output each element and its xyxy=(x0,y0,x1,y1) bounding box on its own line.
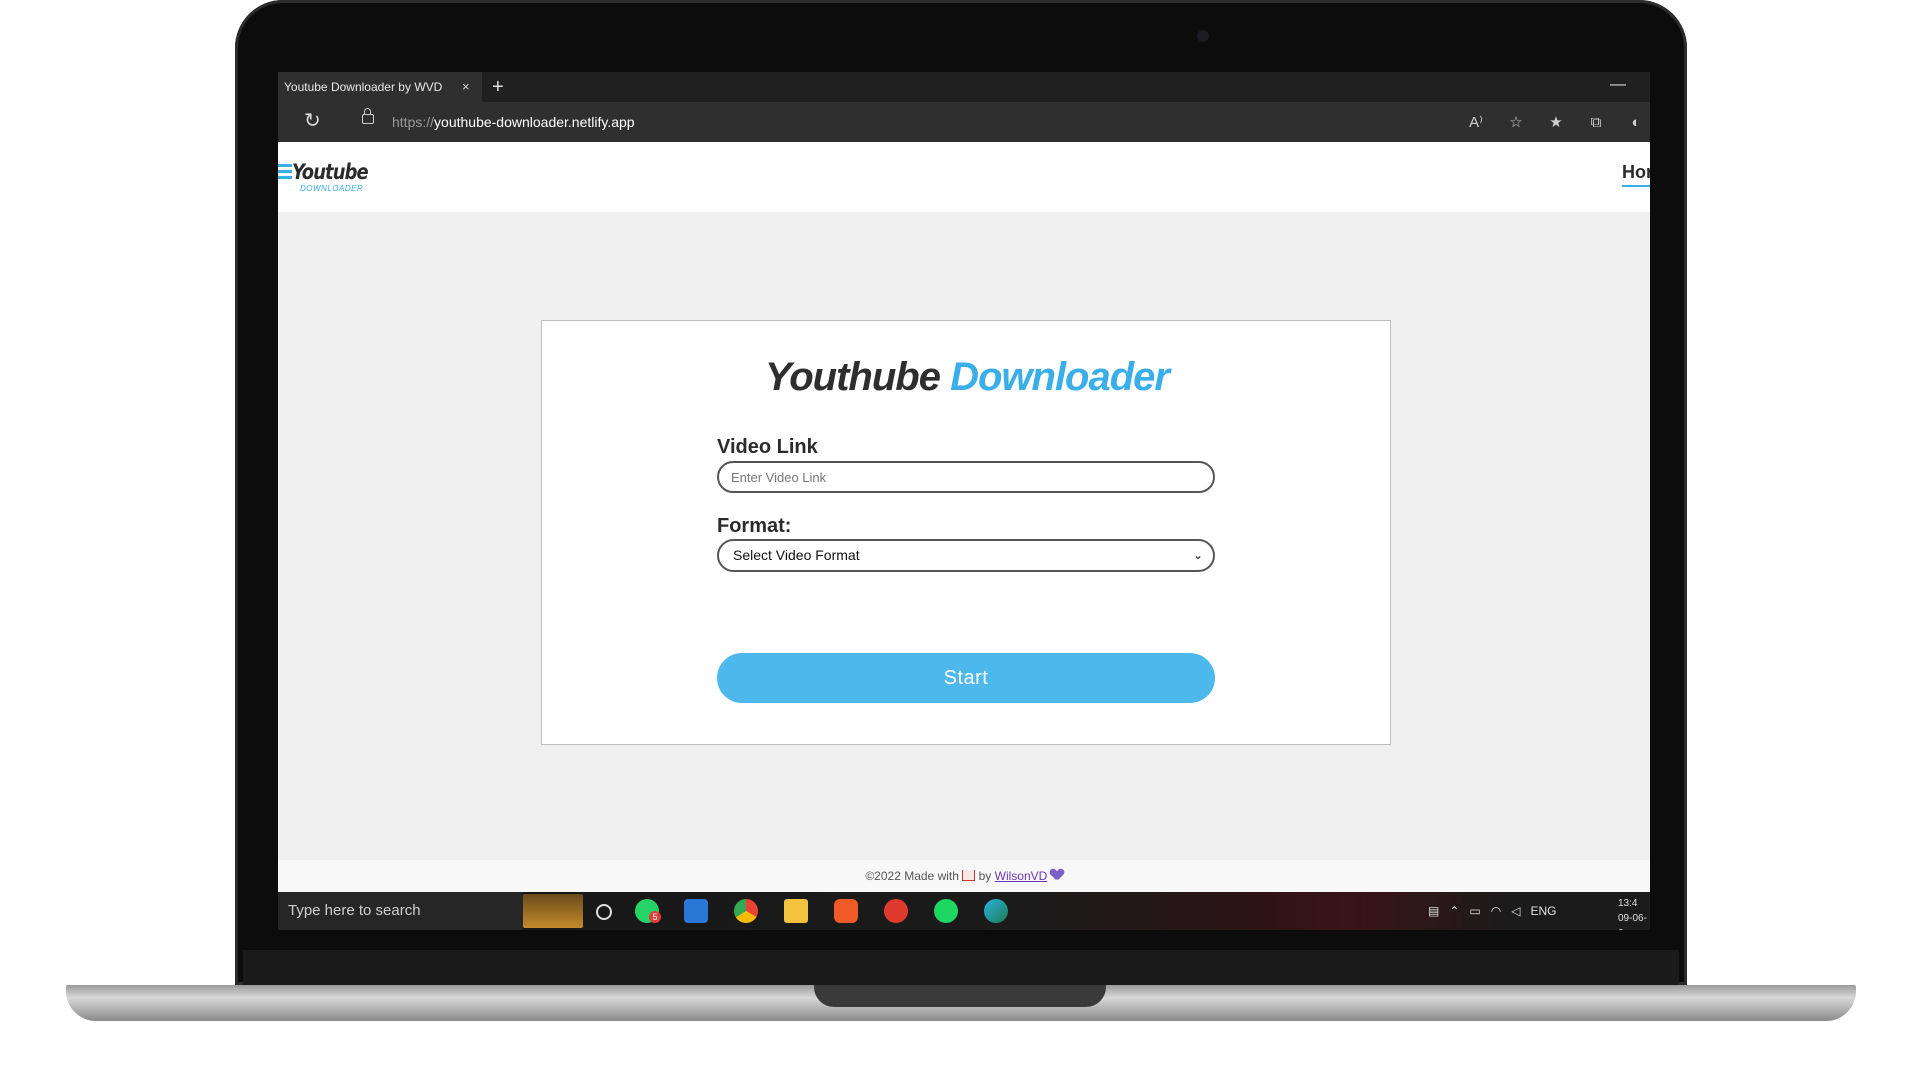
browser-toolbar: A⁾ ☆ ★ ⧉ ◐ xyxy=(1466,102,1646,142)
address-bar: ↻ https://youthube-downloader.netlify.ap… xyxy=(278,102,1650,142)
downloader-card: Youthube Downloader Video Link Format: S… xyxy=(541,320,1391,745)
windows-taskbar: Type here to search 5 ▤ ⌃ ▭ ◠ ◁ ENG 13:4… xyxy=(278,892,1650,930)
url-protocol: https:// xyxy=(392,114,435,130)
add-favorite-icon[interactable]: ☆ xyxy=(1506,113,1526,131)
title-part-1: Youthube xyxy=(765,355,941,399)
close-tab-icon[interactable]: × xyxy=(462,72,470,102)
reload-icon[interactable]: ↻ xyxy=(304,109,321,133)
browser-window: Youtube Downloader by WVD × + — ↻ https:… xyxy=(278,72,1650,930)
read-aloud-icon[interactable]: A⁾ xyxy=(1466,113,1486,131)
webcam xyxy=(1197,30,1209,42)
heart-icon xyxy=(1051,869,1063,881)
new-tab-button[interactable]: + xyxy=(492,72,504,102)
news-icon[interactable]: ▤ xyxy=(1428,904,1439,918)
site-footer: ©2022 Made with by WilsonVD xyxy=(278,860,1650,892)
logo-text: Youtube xyxy=(292,160,369,184)
chevron-down-icon: ⌄ xyxy=(1192,548,1203,562)
cortana-icon[interactable] xyxy=(596,904,612,920)
footer-prefix: ©2022 Made with xyxy=(865,869,959,883)
app-icon[interactable] xyxy=(684,899,708,923)
title-part-2: Downloader xyxy=(950,355,1170,399)
start-button[interactable]: Start xyxy=(717,653,1215,703)
chevron-up-icon[interactable]: ⌃ xyxy=(1449,904,1459,918)
footer-by: by xyxy=(978,869,992,883)
chrome-icon[interactable] xyxy=(734,899,758,923)
laptop-notch xyxy=(814,985,1106,1007)
logo-subtext: DOWNLOADER xyxy=(300,184,364,193)
clock-time: 13:4 xyxy=(1618,898,1638,909)
site-header: Youtube DOWNLOADER Hor xyxy=(278,142,1650,212)
logo-speed-lines-icon xyxy=(278,164,292,186)
site-logo[interactable]: Youtube DOWNLOADER xyxy=(278,160,369,194)
format-label: Format: xyxy=(717,515,792,537)
clock-date: 09-06-2 xyxy=(1618,913,1647,930)
house-icon xyxy=(962,870,976,881)
url-host: youthube-downloader.netlify.app xyxy=(434,114,635,130)
search-highlight-image[interactable] xyxy=(523,894,583,928)
nav-home-link[interactable]: Hor xyxy=(1622,162,1650,187)
tab-title: Youtube Downloader by WVD xyxy=(284,80,443,94)
whatsapp-icon[interactable]: 5 xyxy=(635,899,661,923)
clock[interactable]: 13:4 09-06-2 xyxy=(1618,896,1650,930)
battery-icon[interactable]: ▭ xyxy=(1469,904,1480,918)
tab-bar: Youtube Downloader by WVD × + — xyxy=(278,72,1650,102)
format-select[interactable]: Select Video Format ⌄ xyxy=(717,539,1215,572)
video-link-input[interactable] xyxy=(717,461,1215,493)
spotify-icon[interactable] xyxy=(934,899,958,923)
collections-icon[interactable]: ⧉ xyxy=(1586,114,1606,131)
browser-tab[interactable]: Youtube Downloader by WVD × xyxy=(278,72,482,102)
page-title: Youthube Downloader xyxy=(542,355,1392,400)
taskbar-search[interactable]: Type here to search xyxy=(278,892,523,930)
system-tray: ▤ ⌃ ▭ ◠ ◁ ENG xyxy=(1428,892,1556,930)
brave-icon[interactable] xyxy=(834,899,858,923)
notification-badge: 5 xyxy=(649,911,661,923)
file-explorer-icon[interactable] xyxy=(784,899,808,923)
profile-icon[interactable]: ◐ xyxy=(1626,114,1646,131)
postman-icon[interactable] xyxy=(884,899,908,923)
screen-bezel-bottom xyxy=(243,950,1679,985)
wifi-icon[interactable]: ◠ xyxy=(1491,904,1501,918)
language-indicator[interactable]: ENG xyxy=(1530,904,1556,918)
minimize-button[interactable]: — xyxy=(1610,72,1626,98)
edge-icon[interactable] xyxy=(984,899,1008,923)
favorites-icon[interactable]: ★ xyxy=(1546,113,1566,131)
author-link[interactable]: WilsonVD xyxy=(995,869,1048,883)
url-field[interactable]: https://youthube-downloader.netlify.app xyxy=(392,102,635,142)
lock-icon[interactable] xyxy=(362,108,374,124)
video-link-label: Video Link xyxy=(717,436,818,458)
volume-icon[interactable]: ◁ xyxy=(1511,904,1520,918)
format-selected-value: Select Video Format xyxy=(733,547,860,563)
